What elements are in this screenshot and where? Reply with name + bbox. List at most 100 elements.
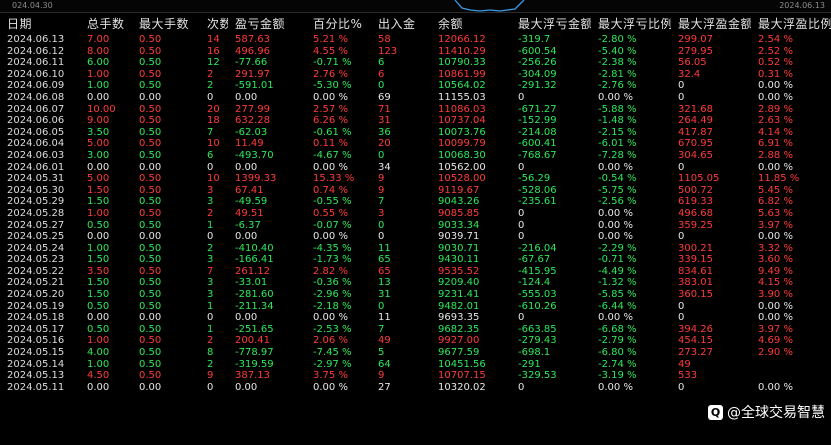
cell-col-max-float-loss: 0	[518, 231, 525, 243]
cell-col-max-float-profit: 304.65	[678, 149, 713, 161]
cell-col-total-lots: 9.00	[87, 115, 110, 127]
cell-col-balance: 10790.33	[438, 57, 486, 69]
table-row[interactable]: 2024.06.03 3.00 0.50 6 -493.70 -4.67 % 0 10068.…	[0, 150, 831, 162]
table-row[interactable]: 2024.05.28 1.00 0.50 2 49.51 0.55 % 3 9085.85 0 0…	[0, 208, 831, 220]
table-row[interactable]: 2024.05.23 1.50 0.50 3 -166.41 -1.73 % 65 9430.…	[0, 254, 831, 266]
table-row[interactable]: 2024.06.04 5.00 0.50 10 11.49 0.11 % 20 10099.7…	[0, 138, 831, 150]
cell-col-max-float-loss: -319.7	[518, 34, 551, 45]
header-col-date[interactable]: 日期	[0, 14, 80, 34]
table-row[interactable]: 2024.05.21 1.50 0.50 3 -33.01 -0.36 % 13 9209.4…	[0, 277, 831, 289]
table-row[interactable]: 2024.05.31 5.00 0.50 10 1399.33 15.33 % 9 10528…	[0, 173, 831, 185]
table-row[interactable]: 2024.05.20 1.50 0.50 3 -281.60 -2.96 % 31 9231.…	[0, 289, 831, 301]
cell-col-flow: 5	[378, 347, 385, 359]
cell-col-flow: 11	[378, 242, 391, 254]
cell-col-max-lots: 0.50	[139, 254, 162, 266]
table-row[interactable]: 2024.05.17 0.50 0.50 1 -251.65 -2.53 % 7 9682.3…	[0, 324, 831, 336]
cell-col-pct: 2.82 %	[313, 265, 348, 277]
table-row[interactable]: 2024.06.01 0.00 0.00 0 0.00 0.00 % 34 10562.00 0…	[0, 162, 831, 174]
cell-col-flow: 58	[378, 34, 391, 45]
cell-col-pct: 0.74 %	[313, 184, 348, 196]
watermark: Q @全球交易智慧	[708, 401, 825, 423]
cell-col-max-float-profit-pct: 11.85 %	[758, 173, 800, 185]
cell-col-pnl: 291.97	[235, 68, 270, 80]
cell-col-max-float-profit-pct: 0.31 %	[758, 68, 793, 80]
table-row[interactable]: 2024.05.15 4.00 0.50 8 -778.97 -7.45 % 5 9677.5…	[0, 347, 831, 359]
cell-col-balance: 9677.59	[438, 347, 480, 359]
header-col-pnl[interactable]: 盈亏金额	[228, 14, 306, 34]
table-row[interactable]: 2024.06.05 3.50 0.50 7 -62.03 -0.61 % 36 10073.…	[0, 127, 831, 139]
cell-col-max-float-profit-pct: 2.88 %	[758, 149, 793, 161]
cell-col-pct: 15.33 %	[313, 173, 355, 185]
table-row[interactable]: 2024.06.11 6.00 0.50 12 -77.66 -0.71 % 6 10790.…	[0, 57, 831, 69]
header-col-count[interactable]: 次数	[200, 14, 228, 34]
header-col-balance[interactable]: 余额	[431, 14, 511, 34]
cell-col-max-float-loss: -235.61	[518, 196, 557, 208]
cell-col-max-lots: 0.50	[139, 80, 162, 92]
table-row[interactable]: 2024.05.14 1.00 0.50 2 -319.59 -2.97 % 64 10451…	[0, 359, 831, 371]
table-row[interactable]: 2024.05.19 0.50 0.50 1 -211.34 -2.18 % 0 9482.0…	[0, 301, 831, 313]
cell-col-max-lots: 0.50	[139, 265, 162, 277]
table-row[interactable]: 2024.06.07 10.00 0.50 20 277.99 2.57 % 71 11086…	[0, 104, 831, 116]
cell-col-max-float-loss: 0	[518, 219, 525, 231]
table-row[interactable]: 2024.05.18 0.00 0.00 0 0.00 0.00 % 11 9693.35 0 0…	[0, 312, 831, 324]
header-col-max-float-loss[interactable]: 最大浮亏金额	[511, 14, 591, 34]
header-col-total-lots[interactable]: 总手数	[80, 14, 132, 34]
cell-col-pct: -2.97 %	[313, 358, 352, 370]
cell-col-date: 2024.06.06	[7, 115, 65, 127]
cell-col-balance: 11086.03	[438, 103, 486, 115]
header-col-flow[interactable]: 出入金	[371, 14, 431, 34]
table-row[interactable]: 2024.06.13 7.00 0.50 14 587.63 5.21 % 58 12066.…	[0, 34, 831, 46]
table-row[interactable]: 2024.05.11 0.00 0.00 0 0.00 0.00 % 27 10320.02 0…	[0, 382, 831, 394]
cell-col-balance: 10528.00	[438, 173, 486, 185]
cell-col-flow: 64	[378, 358, 391, 370]
table-row[interactable]: 2024.05.29 1.50 0.50 3 -49.59 -0.55 % 7 9043.26…	[0, 196, 831, 208]
table-body: 2024.06.13 7.00 0.50 14 587.63 5.21 % 58 12066.…	[0, 34, 831, 393]
cell-col-max-lots: 0.50	[139, 184, 162, 196]
cell-col-balance: 12066.12	[438, 34, 486, 45]
cell-col-pnl: 200.41	[235, 335, 270, 347]
chart-start-date: 024.04.30	[12, 1, 53, 10]
table-row[interactable]: 2024.05.27 0.50 0.50 1 -6.37 -0.07 % 0 9033.34 0…	[0, 220, 831, 232]
cell-col-max-float-loss-pct: -2.38 %	[598, 57, 637, 69]
table-row[interactable]: 2024.05.16 1.00 0.50 2 200.41 2.06 % 49 9927.00…	[0, 335, 831, 347]
cell-col-pnl: 0.00	[235, 91, 258, 103]
cell-col-pct: -4.67 %	[313, 149, 352, 161]
cell-col-max-lots: 0.50	[139, 149, 162, 161]
cell-col-pct: -2.18 %	[313, 300, 352, 312]
table-row[interactable]: 2024.05.13 4.50 0.50 9 387.13 3.75 % 9 10707.15…	[0, 370, 831, 382]
cell-col-flow: 3	[378, 207, 385, 219]
cell-col-total-lots: 1.50	[87, 184, 110, 196]
cell-col-flow: 65	[378, 265, 391, 277]
table-row[interactable]: 2024.05.24 1.00 0.50 2 -410.40 -4.35 % 11 9030.…	[0, 243, 831, 255]
cell-col-date: 2024.06.05	[7, 126, 65, 138]
table-row[interactable]: 2024.06.10 1.00 0.50 2 291.97 2.76 % 6 10861.99…	[0, 69, 831, 81]
header-col-max-lots[interactable]: 最大手数	[132, 14, 200, 34]
header-col-max-float-loss-pct[interactable]: 最大浮亏比例	[591, 14, 671, 34]
cell-col-max-float-profit-pct: 2.54 %	[758, 34, 793, 45]
header-col-max-float-profit[interactable]: 最大浮盈金额	[671, 14, 751, 34]
cell-col-total-lots: 1.50	[87, 289, 110, 301]
header-col-pct[interactable]: 百分比%	[306, 14, 371, 34]
cell-col-max-float-profit: 0	[678, 91, 685, 103]
table-row[interactable]: 2024.06.12 8.00 0.50 16 496.96 4.55 % 123 11410…	[0, 46, 831, 58]
cell-col-flow: 69	[378, 91, 391, 103]
cell-col-pct: 2.06 %	[313, 335, 348, 347]
cell-col-flow: 0	[378, 300, 385, 312]
table-row[interactable]: 2024.06.08 0.00 0.00 0 0.00 0.00 % 69 11155.03 0…	[0, 92, 831, 104]
cell-col-balance: 9535.52	[438, 265, 480, 277]
cell-col-count: 0	[207, 91, 214, 103]
cell-col-flow: 9	[378, 173, 385, 185]
table-row[interactable]: 2024.05.30 1.50 0.50 3 67.41 0.74 % 9 9119.67 -5…	[0, 185, 831, 197]
table-row[interactable]: 2024.06.09 1.00 0.50 2 -591.01 -5.30 % 0 10564.…	[0, 80, 831, 92]
header-col-max-float-profit-pct[interactable]: 最大浮盈比例	[751, 14, 831, 34]
cell-col-count: 10	[207, 138, 220, 150]
cell-col-max-float-profit-pct: 0.00 %	[758, 161, 793, 173]
cell-col-max-float-profit: 417.87	[678, 126, 713, 138]
table-row[interactable]: 2024.06.06 9.00 0.50 18 632.28 6.26 % 31 10737.…	[0, 115, 831, 127]
cell-col-balance: 9030.71	[438, 242, 480, 254]
table-row[interactable]: 2024.05.22 3.50 0.50 7 261.12 2.82 % 65 9535.52…	[0, 266, 831, 278]
cell-col-pct: 2.57 %	[313, 103, 348, 115]
cell-col-pnl: 67.41	[235, 184, 264, 196]
cell-col-max-float-profit-pct: 0.00 %	[758, 231, 793, 243]
table-row[interactable]: 2024.05.25 0.00 0.00 0 0.00 0.00 % 0 9039.71 0 0.…	[0, 231, 831, 243]
